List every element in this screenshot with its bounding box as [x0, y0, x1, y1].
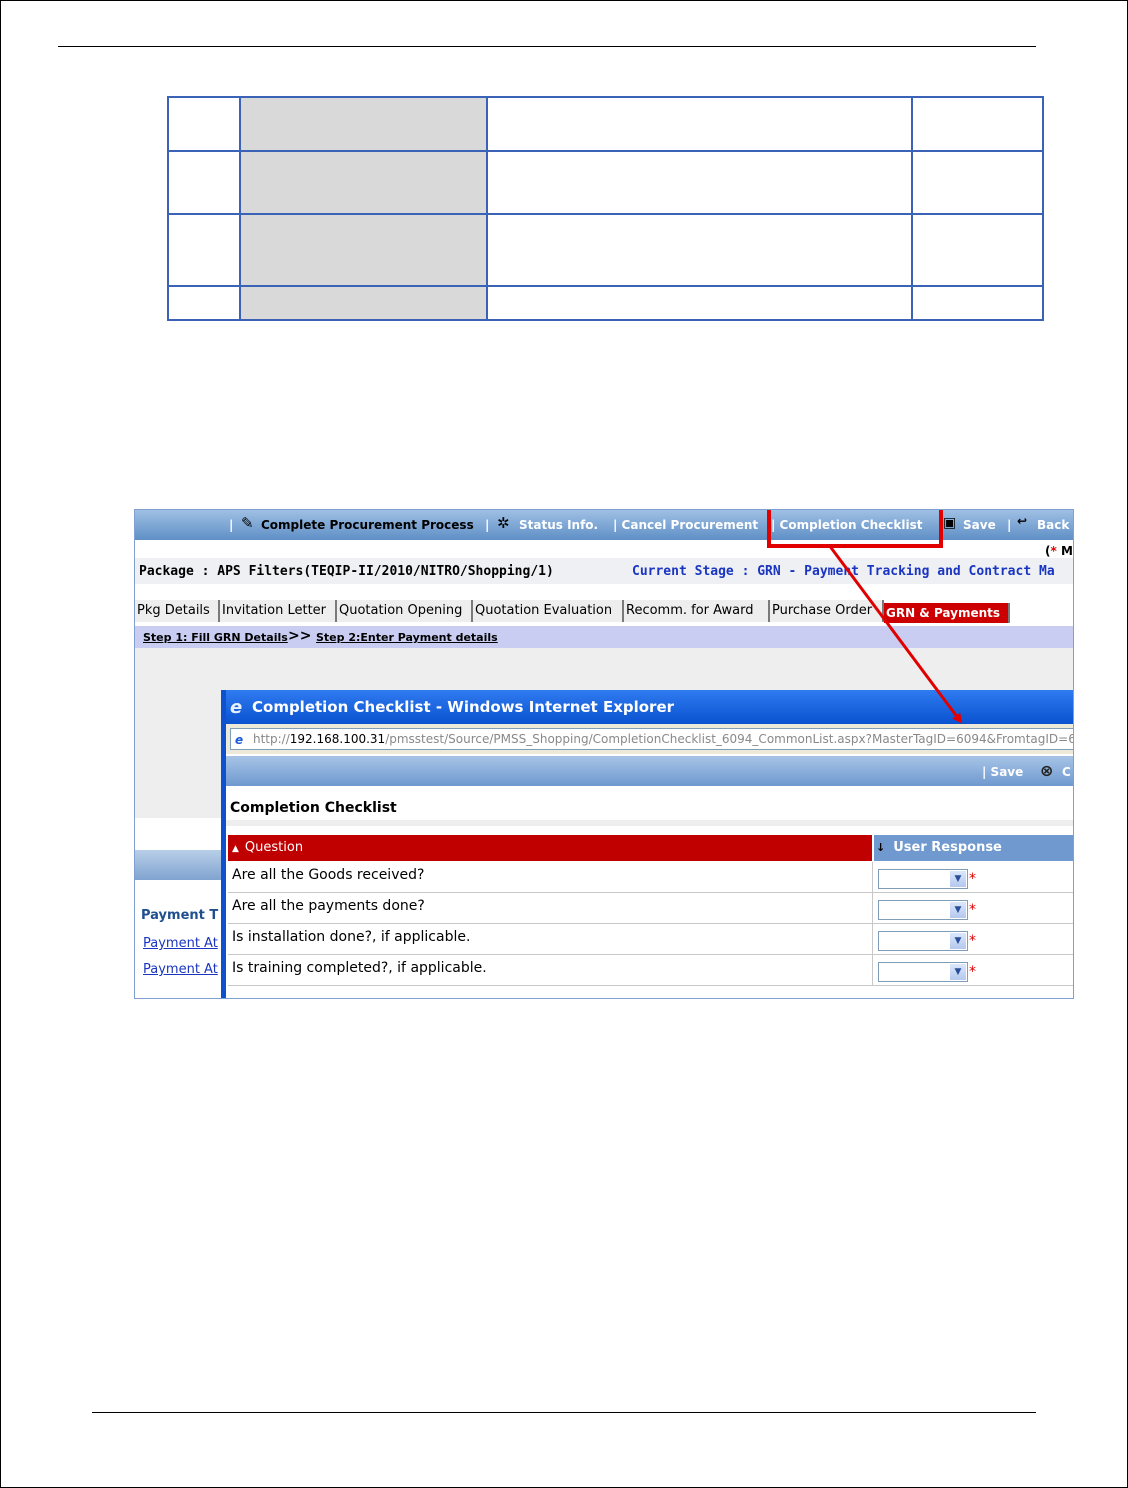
table-cell: [167, 213, 241, 287]
table-cell: [239, 150, 488, 215]
table-cell: [239, 96, 488, 152]
table-cell: [486, 213, 913, 287]
table-cell: [911, 150, 1044, 215]
annotation-arrow: [827, 544, 963, 724]
table-cell: [911, 96, 1044, 152]
table-cell: [239, 213, 488, 287]
arrow-line: [827, 544, 963, 724]
table-cell: [239, 285, 488, 321]
embedded-screenshot: | ✎ Complete Procurement Process | ✲ Sta…: [134, 509, 1074, 999]
table-cell: [486, 285, 913, 321]
table-cell: [911, 285, 1044, 321]
footer-rule: [92, 1412, 1036, 1413]
table-cell: [911, 213, 1044, 287]
table-cell: [167, 150, 241, 215]
table-cell: [486, 150, 913, 215]
table-cell: [167, 96, 241, 152]
table-cell: [486, 96, 913, 152]
document-table: [167, 96, 1044, 321]
table-cell: [167, 285, 241, 321]
header-rule: [58, 46, 1036, 47]
